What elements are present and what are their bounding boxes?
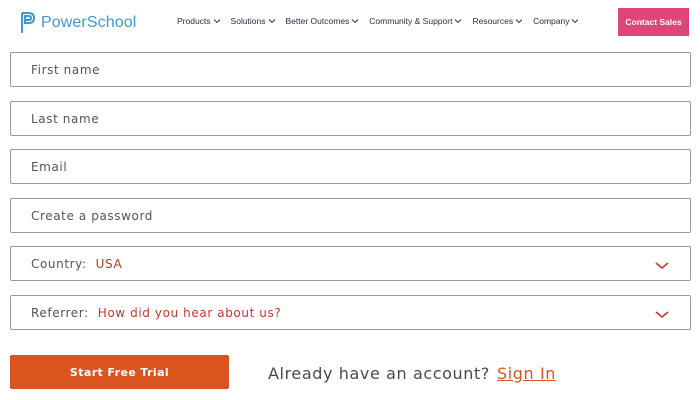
chevron-down-icon [213,19,220,24]
country-value: USA [95,256,123,271]
country-label: Country: [31,256,87,271]
nav-better-outcomes-label: Better Outcomes [285,16,350,26]
chevron-down-icon [515,19,523,24]
first-name-placeholder: First name [31,62,101,77]
start-free-trial-button[interactable]: Start Free Trial [10,355,229,389]
last-name-field[interactable]: Last name [10,101,691,136]
last-name-placeholder: Last name [31,111,100,126]
nav-company-label: Company [533,16,570,26]
chevron-down-icon [455,19,462,24]
email-placeholder: Email [31,159,68,174]
account-prompt-text: Already have an account? [268,363,490,383]
main-nav: Products Solutions Better Outcomes Commu… [177,16,579,26]
chevron-down-icon [655,311,669,319]
nav-resources-label: Resources [472,16,514,26]
first-name-field[interactable]: First name [10,52,691,87]
site-header: PowerSchool Products Solutions Better Ou… [0,0,700,46]
brand-name: PowerSchool [41,14,137,31]
chevron-down-icon [655,262,669,270]
powerschool-logo[interactable]: PowerSchool [20,10,136,36]
nav-solutions[interactable]: Solutions [231,16,276,26]
nav-community-support[interactable]: Community & Support [369,16,462,26]
signup-page: PowerSchool Products Solutions Better Ou… [0,0,700,400]
nav-solutions-label: Solutions [230,16,266,26]
nav-products-label: Products [177,16,211,26]
chevron-down-icon [351,19,359,24]
sign-in-link[interactable]: Sign In [497,364,556,383]
chevron-down-icon [268,19,275,24]
nav-community-support-label: Community & Support [369,16,453,26]
password-placeholder: Create a password [31,208,154,223]
nav-company[interactable]: Company [533,16,579,26]
chevron-down-icon [572,19,579,24]
referrer-label: Referrer: [31,305,89,320]
nav-products[interactable]: Products [177,16,221,26]
password-field[interactable]: Create a password [10,198,691,233]
referrer-select[interactable]: Referrer: How did you hear about us? [10,295,691,330]
contact-sales-button[interactable]: Contact Sales [618,8,689,36]
signin-prompt: Already have an account? Sign In [268,361,556,385]
nav-better-outcomes[interactable]: Better Outcomes [286,16,360,26]
referrer-value: How did you hear about us? [97,305,282,320]
powerschool-logo-icon [21,12,36,33]
country-select[interactable]: Country: USA [10,246,691,281]
email-field[interactable]: Email [10,149,691,184]
nav-resources[interactable]: Resources [472,16,523,26]
